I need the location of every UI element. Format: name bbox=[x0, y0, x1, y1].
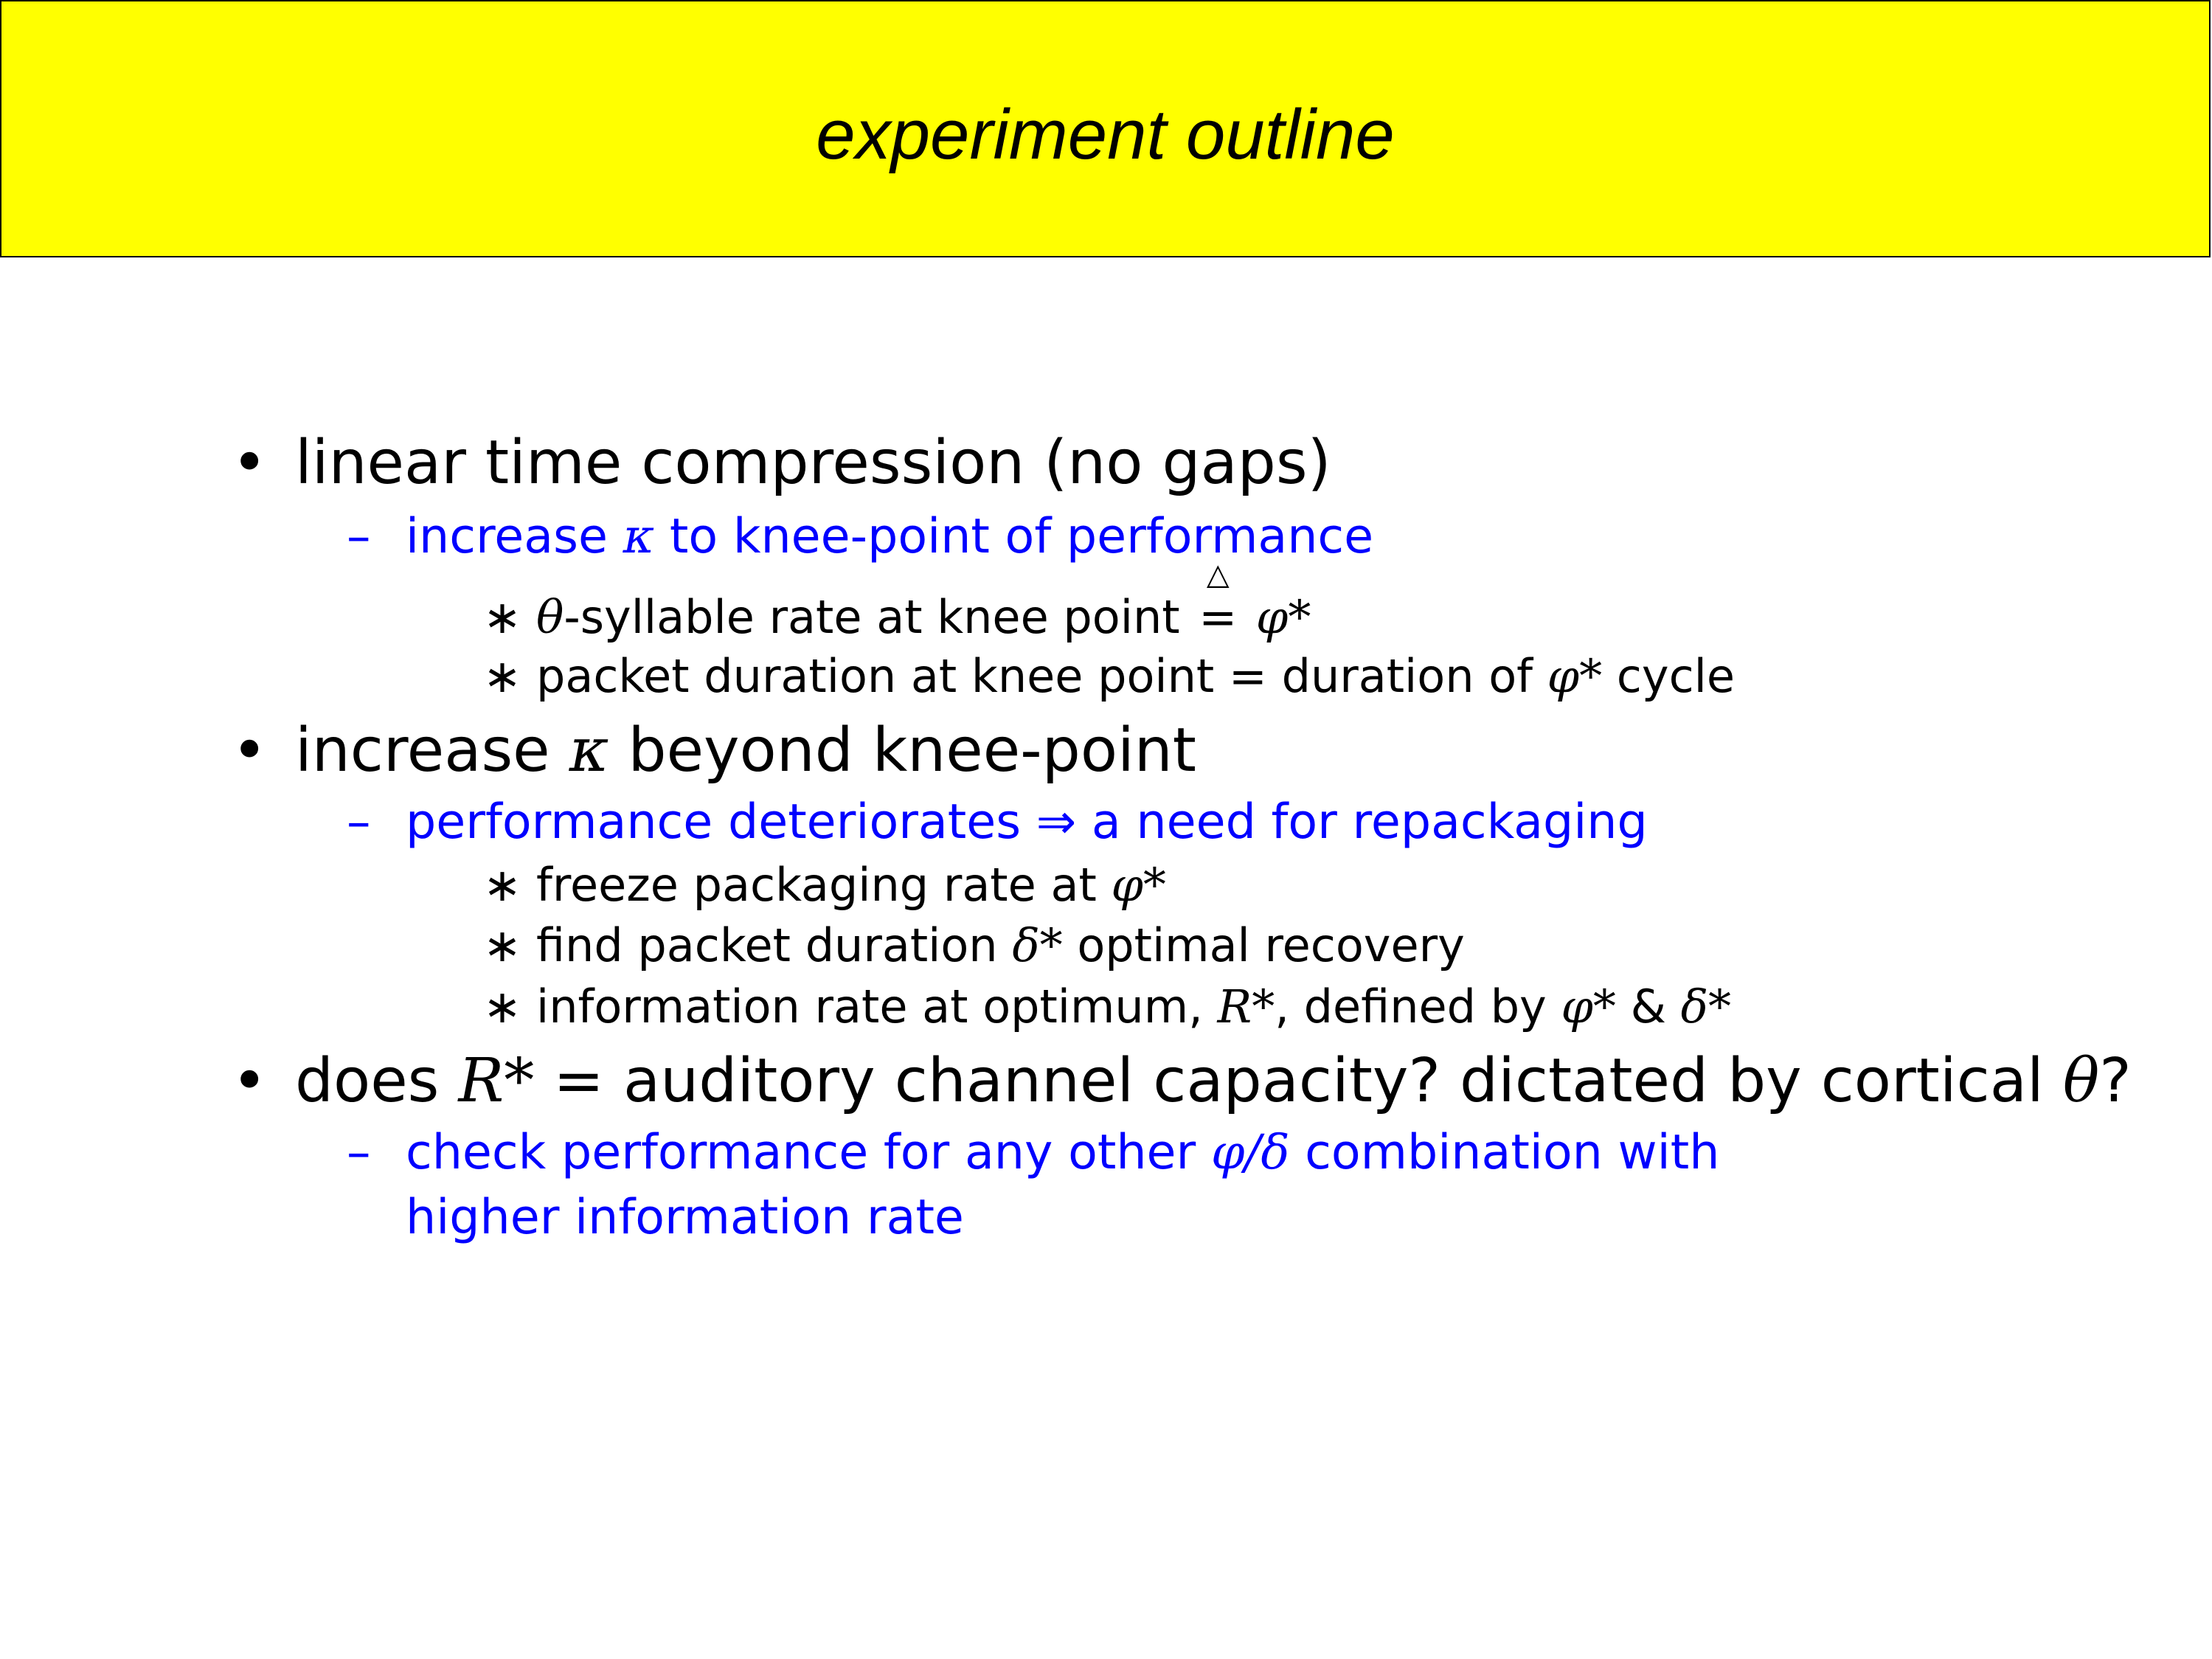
bullet-text-pre: does bbox=[295, 1046, 459, 1116]
slide-title: experiment outline bbox=[816, 95, 1395, 174]
phi-star-symbol: φ* bbox=[1111, 858, 1166, 912]
asterisk-icon: ∗ bbox=[483, 649, 521, 703]
subsub-text-pre: information rate at optimum, bbox=[536, 980, 1218, 1033]
bullet-icon: • bbox=[232, 1046, 268, 1116]
asterisk-icon: ∗ bbox=[483, 918, 521, 972]
r-star-symbol: R* bbox=[458, 1046, 535, 1116]
bullet-item-increase-kappa: • increase κ beyond knee-point bbox=[232, 716, 1196, 786]
subsub-item-information-rate: ∗ information rate at optimum, R*, defin… bbox=[483, 980, 1731, 1033]
bullet-text-mid: = auditory channel capacity? dictated by… bbox=[534, 1046, 2063, 1116]
triangle-icon: △ bbox=[1206, 558, 1230, 592]
bullet-item-linear-compression: • linear time compression (no gaps) bbox=[232, 428, 1331, 498]
phi-star-symbol: φ* bbox=[1255, 590, 1311, 644]
asterisk-icon: ∗ bbox=[483, 858, 521, 912]
theta-symbol: θ bbox=[536, 590, 564, 644]
delta-star-symbol: δ* bbox=[1680, 980, 1731, 1033]
subsub-item-freeze-rate: ∗ freeze packaging rate at φ* bbox=[483, 858, 1166, 912]
bullet-text: linear time compression (no gaps) bbox=[295, 428, 1331, 498]
sub-item-continuation: higher information rate bbox=[406, 1190, 964, 1245]
sub-text-pre: increase bbox=[406, 509, 623, 564]
delta-star-symbol: δ* bbox=[1012, 918, 1063, 972]
dash-icon: – bbox=[347, 1125, 371, 1180]
sub-item-performance-deteriorates: – performance deteriorates ⇒ a need for … bbox=[347, 794, 1648, 850]
subsub-text-post: cycle bbox=[1602, 649, 1736, 703]
subsub-item-find-packet-duration: ∗ find packet duration δ* optimal recove… bbox=[483, 918, 1465, 972]
sub-text: performance deteriorates ⇒ a need for re… bbox=[406, 794, 1648, 850]
phi-star-symbol: φ* bbox=[1547, 649, 1603, 703]
equals-sign: = bbox=[1199, 590, 1238, 644]
phi-star-symbol: φ* bbox=[1561, 980, 1616, 1033]
bullet-icon: • bbox=[232, 716, 268, 786]
bullet-text-pre: increase bbox=[295, 716, 569, 786]
kappa-symbol: κ bbox=[569, 716, 609, 786]
theta-symbol: θ bbox=[2062, 1046, 2100, 1116]
subsub-item-theta-syllable-rate: ∗ θ-syllable rate at knee point △ = φ* bbox=[483, 558, 1311, 644]
bullet-text-post: ? bbox=[2099, 1046, 2132, 1116]
asterisk-icon: ∗ bbox=[483, 590, 521, 644]
r-star-symbol: R* bbox=[1217, 980, 1275, 1033]
bullet-item-channel-capacity: • does R* = auditory channel capacity? d… bbox=[232, 1046, 2132, 1116]
bullet-icon: • bbox=[232, 428, 268, 498]
phi-delta-symbol: φ/δ bbox=[1210, 1125, 1290, 1180]
sub-text-post: combination with bbox=[1289, 1125, 1720, 1180]
subsub-text-pre: packet duration at knee point = duration… bbox=[536, 649, 1547, 703]
subsub-item-packet-duration: ∗ packet duration at knee point = durati… bbox=[483, 649, 1735, 703]
dash-icon: – bbox=[347, 794, 371, 850]
defined-equals-symbol: △ = bbox=[1199, 558, 1238, 644]
title-banner: experiment outline bbox=[0, 0, 2211, 257]
subsub-text-pre: -syllable rate at knee point bbox=[564, 590, 1195, 644]
subsub-text-post: optimal recovery bbox=[1062, 918, 1465, 972]
ampersand: & bbox=[1615, 980, 1681, 1033]
sub-item-increase-kappa: – increase κ to knee-point of performanc… bbox=[347, 509, 1373, 564]
subsub-text-pre: freeze packaging rate at bbox=[536, 858, 1112, 912]
kappa-symbol: κ bbox=[623, 509, 655, 564]
sub-text-post: to knee-point of performance bbox=[654, 509, 1374, 564]
sub-text-pre: check performance for any other bbox=[406, 1125, 1211, 1180]
bullet-text-post: beyond knee-point bbox=[609, 716, 1196, 786]
sub-item-check-performance: – check performance for any other φ/δ co… bbox=[347, 1125, 1719, 1180]
subsub-text-mid: , defined by bbox=[1275, 980, 1561, 1033]
subsub-text-pre: find packet duration bbox=[536, 918, 1013, 972]
dash-icon: – bbox=[347, 509, 371, 564]
asterisk-icon: ∗ bbox=[483, 980, 521, 1033]
